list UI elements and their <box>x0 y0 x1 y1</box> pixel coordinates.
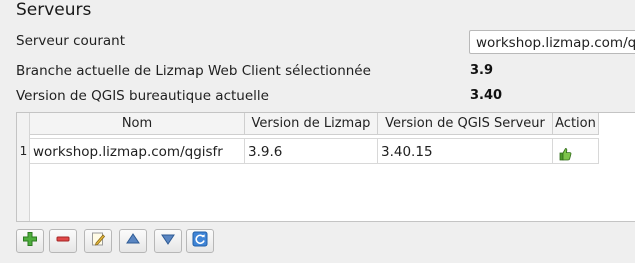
add-server-button[interactable] <box>16 229 44 253</box>
minus-icon <box>55 231 71 251</box>
column-header-lizmap-version[interactable]: Version de Lizmap <box>245 113 378 135</box>
current-server-label: Serveur courant <box>16 33 126 49</box>
arrow-up-icon <box>125 231 141 251</box>
remove-server-button[interactable] <box>49 229 77 253</box>
pencil-icon <box>90 231 106 251</box>
row-header-column: 1 <box>17 113 30 221</box>
edit-server-button[interactable] <box>84 229 112 253</box>
qgis-desktop-value: 3.40 <box>470 88 503 103</box>
row-number[interactable]: 1 <box>17 139 30 164</box>
refresh-button[interactable] <box>186 229 214 253</box>
cell-lizmap-version[interactable]: 3.9.6 <box>245 138 378 164</box>
servers-table[interactable]: 1 Nom Version de Lizmap Version de QGIS … <box>16 112 635 222</box>
cell-action[interactable] <box>553 138 599 164</box>
branch-value: 3.9 <box>470 63 494 78</box>
cell-qgis-server-version[interactable]: 3.40.15 <box>378 138 553 164</box>
thumbs-up-icon[interactable] <box>558 144 572 163</box>
move-down-button[interactable] <box>154 229 182 253</box>
column-header-action[interactable]: Action <box>553 113 599 135</box>
section-title: Serveurs <box>16 0 92 20</box>
qgis-desktop-label: Version de QGIS bureautique actuelle <box>16 88 269 104</box>
arrow-down-icon <box>160 231 176 251</box>
cell-name[interactable]: workshop.lizmap.com/qgisfr <box>30 138 245 164</box>
column-header-qgis-server-version[interactable]: Version de QGIS Serveur <box>378 113 553 135</box>
column-header-name[interactable]: Nom <box>30 113 245 135</box>
current-server-combo[interactable]: workshop.lizmap.com/qgisfr <box>469 30 635 54</box>
refresh-icon <box>192 231 208 251</box>
plus-icon <box>22 231 38 251</box>
branch-label: Branche actuelle de Lizmap Web Client sé… <box>16 63 371 79</box>
move-up-button[interactable] <box>119 229 147 253</box>
